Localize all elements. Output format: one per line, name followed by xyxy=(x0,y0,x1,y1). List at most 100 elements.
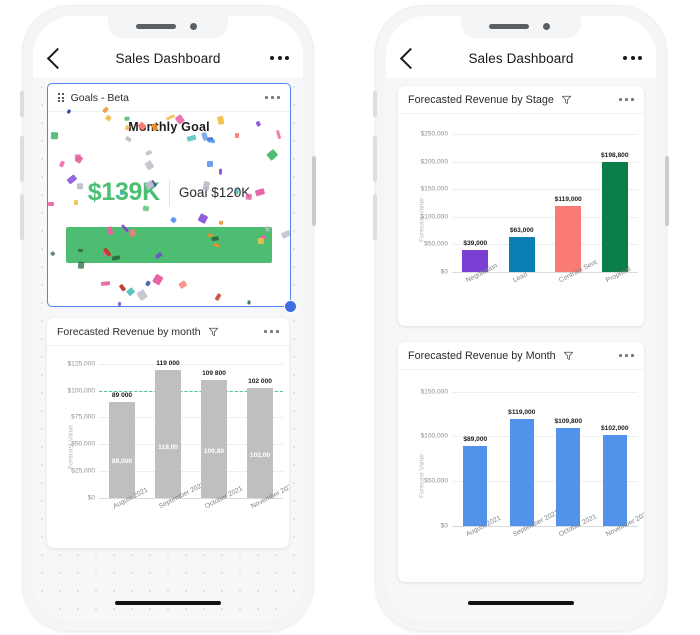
card-resize-handle[interactable] xyxy=(284,300,297,313)
left-month-card-kebab-icon[interactable] xyxy=(264,330,279,333)
y-axis-tick-label: $100,000 xyxy=(67,387,95,395)
bar-inner-value-label: 89,000 xyxy=(111,457,133,465)
chevron-left-icon[interactable] xyxy=(399,47,422,69)
chart-bar[interactable] xyxy=(247,388,273,498)
chart-bar[interactable] xyxy=(509,419,534,526)
chart-bar[interactable] xyxy=(463,446,488,526)
bar-inner-value-label: 109,80 xyxy=(203,448,225,456)
funnel-filter-icon[interactable] xyxy=(208,327,219,337)
bar-value-label: $119,000 xyxy=(508,409,536,417)
app-bar-right: Sales Dashboard xyxy=(386,38,656,78)
mute-switch[interactable] xyxy=(373,91,377,117)
bar-value-label: $102,000 xyxy=(600,424,629,432)
chart-bar[interactable] xyxy=(601,162,628,272)
stage-plot-area: $0 $50,000 $100,000 $150,000 $200,000 $250,00… xyxy=(398,113,644,326)
drag-handle-icon[interactable] xyxy=(58,92,64,103)
bar-value-label: $198,800 xyxy=(600,152,629,160)
y-axis-tick-label: $75,000 xyxy=(71,413,95,421)
gridline xyxy=(452,391,638,393)
y-axis-tick-label: $0 xyxy=(440,522,448,530)
phone-screen-right: Sales Dashboard Forecasted Revenue by St… xyxy=(386,16,656,621)
app-container-right: Sales Dashboard Forecasted Revenue by St… xyxy=(386,38,656,621)
goals-card-header: Goals - Beta xyxy=(48,84,290,112)
chevron-left-icon[interactable] xyxy=(46,47,69,69)
forecasted-revenue-by-month-card-right[interactable]: Forecasted Revenue by Month Forecast Val… xyxy=(398,342,644,582)
y-axis-tick-label: $50,000 xyxy=(71,440,95,448)
bar-value-label: $39,000 xyxy=(463,240,488,248)
home-indicator xyxy=(115,601,221,605)
app-container-left: Sales Dashboard Goals - Beta Monthly Goa… xyxy=(33,38,303,621)
bar-value-label: $63,000 xyxy=(509,227,534,235)
goal-divider xyxy=(168,179,170,206)
page-title: Sales Dashboard xyxy=(115,50,221,66)
volume-down-button[interactable] xyxy=(373,194,377,240)
bar-value-label: 119 000 xyxy=(156,360,180,368)
bar-inner-value-label: 102,00 xyxy=(249,451,271,459)
dashboard-canvas-view: Forecasted Revenue by Stage Forecast Val… xyxy=(386,78,656,621)
chart-bar[interactable] xyxy=(155,370,181,498)
goals-card-title: Goals - Beta xyxy=(70,91,129,104)
goal-target-label: Goal $120K xyxy=(178,185,251,200)
bar-value-label: 89 000 xyxy=(111,392,133,400)
chart-bar[interactable] xyxy=(201,380,227,498)
chart-bar[interactable] xyxy=(555,206,582,272)
left-month-card-title: Forecasted Revenue by month xyxy=(57,325,201,338)
y-axis-tick-label: $50,000 xyxy=(424,240,448,248)
page-title: Sales Dashboard xyxy=(468,50,574,66)
phone-mockup-left: Sales Dashboard Goals - Beta Monthly Goa… xyxy=(20,5,316,632)
goal-heading: Monthly Goal xyxy=(128,120,210,134)
chart-bar[interactable] xyxy=(602,434,627,526)
power-button[interactable] xyxy=(312,156,316,226)
stage-card-header: Forecasted Revenue by Stage xyxy=(398,86,644,114)
forecasted-revenue-by-stage-card[interactable]: Forecasted Revenue by Stage Forecast Val… xyxy=(398,86,644,326)
chart-bar[interactable] xyxy=(109,402,135,498)
goal-widget-body: Monthly Goal $139K Goal $120K xyxy=(48,111,290,306)
funnel-filter-icon[interactable] xyxy=(563,351,574,361)
x-axis-tick-label: Lead xyxy=(511,271,529,285)
y-axis-tick-label: $0 xyxy=(87,494,95,502)
goal-progress-fill xyxy=(66,227,272,263)
front-camera-icon xyxy=(190,23,197,30)
y-axis-tick-label: $150,000 xyxy=(420,388,448,396)
home-indicator xyxy=(468,601,574,605)
kebab-menu-icon[interactable] xyxy=(270,56,289,60)
right-month-card-kebab-icon[interactable] xyxy=(619,354,634,357)
power-button[interactable] xyxy=(665,156,669,226)
kebab-menu-icon[interactable] xyxy=(623,56,642,60)
earpiece-speaker-icon xyxy=(136,24,176,29)
front-camera-icon xyxy=(543,23,550,30)
goal-progress-track xyxy=(66,227,272,263)
goals-beta-card[interactable]: Goals - Beta Monthly Goal $139K Goal $12… xyxy=(47,83,291,307)
chart-bar[interactable] xyxy=(556,427,581,526)
stage-chart: Forecast Value $0 $50,000 $100,000 $150,000… xyxy=(398,113,644,326)
forecasted-revenue-by-month-card-left[interactable]: Forecasted Revenue by month Forecast Val… xyxy=(47,318,289,548)
mute-switch[interactable] xyxy=(20,91,24,117)
volume-up-button[interactable] xyxy=(20,136,24,182)
phone-screen-left: Sales Dashboard Goals - Beta Monthly Goa… xyxy=(33,16,303,621)
y-axis-tick-label: $100,000 xyxy=(420,432,448,440)
bar-value-label: 109 800 xyxy=(202,370,226,378)
bar-value-label: $119,000 xyxy=(554,196,582,204)
stage-card-kebab-icon[interactable] xyxy=(619,98,634,101)
y-axis-tick-label: $250,000 xyxy=(420,130,448,138)
y-axis-tick-label: $0 xyxy=(440,268,448,276)
left-month-chart: Forecast Value $0 $25,000 $50,000 $75,000 $1… xyxy=(47,345,289,548)
dashboard-canvas-editing: Goals - Beta Monthly Goal $139K Goal $12… xyxy=(33,78,303,621)
app-bar-left: Sales Dashboard xyxy=(33,38,303,78)
volume-down-button[interactable] xyxy=(20,194,24,240)
right-month-card-header: Forecasted Revenue by Month xyxy=(398,342,644,370)
y-axis-tick-label: $200,000 xyxy=(420,158,448,166)
volume-up-button[interactable] xyxy=(373,136,377,182)
stage-card-title: Forecasted Revenue by Stage xyxy=(408,93,554,106)
gridline xyxy=(452,133,638,135)
y-axis-tick-label: $125,000 xyxy=(67,360,95,368)
goals-card-kebab-icon[interactable] xyxy=(265,96,280,99)
earpiece-speaker-icon xyxy=(489,24,529,29)
funnel-filter-icon[interactable] xyxy=(561,95,572,105)
goal-current-value: $139K xyxy=(87,178,160,206)
screenshot-root: Sales Dashboard Goals - Beta Monthly Goa… xyxy=(0,0,700,635)
chart-bar[interactable] xyxy=(508,237,535,272)
phone-notch xyxy=(461,16,581,38)
right-month-card-title: Forecasted Revenue by Month xyxy=(408,349,556,362)
y-axis-tick-label: $100,000 xyxy=(420,213,448,221)
